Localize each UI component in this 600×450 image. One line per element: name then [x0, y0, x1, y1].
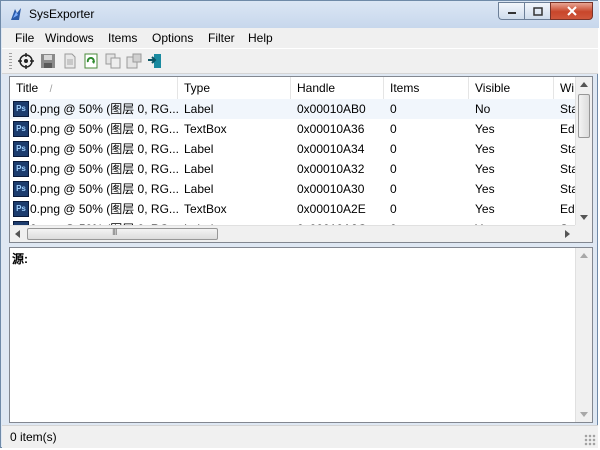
photoshop-icon: Ps	[13, 161, 29, 177]
thumb-grip: III	[112, 227, 117, 237]
save-icon[interactable]	[40, 53, 56, 69]
cell-type: Label	[184, 182, 214, 196]
column-handle[interactable]: Handle	[291, 77, 384, 99]
resize-grip-icon[interactable]	[584, 434, 596, 446]
photoshop-icon: Ps	[13, 121, 29, 137]
cell-visible: Yes	[475, 162, 495, 176]
title-bar[interactable]: SysExporter	[1, 1, 599, 28]
cell-title: 0.png @ 50% (图层 0, RG...	[30, 122, 179, 136]
target-icon[interactable]	[18, 53, 34, 69]
table-row[interactable]: Ps 0.png @ 50% (图层 0, RG... TextBox 0x00010…	[10, 199, 577, 219]
scroll-up-icon[interactable]	[580, 82, 588, 87]
column-title[interactable]: Title /	[10, 77, 178, 99]
caption-buttons	[498, 2, 593, 20]
cell-visible: Yes	[475, 142, 495, 156]
close-button[interactable]	[550, 2, 593, 20]
document-icon[interactable]	[62, 53, 78, 69]
cell-handle: 0x00010A2E	[297, 202, 366, 216]
cell-visible: Yes	[475, 182, 495, 196]
cell-items: 0	[390, 102, 397, 116]
cell-items: 0	[390, 122, 397, 136]
scroll-up-icon[interactable]	[580, 253, 588, 258]
properties-icon[interactable]	[126, 53, 142, 69]
table-row[interactable]: Ps 0.png @ 50% (图层 0, RG... Label 0x00010AB…	[10, 99, 578, 119]
cell-handle: 0x00010A32	[297, 162, 365, 176]
scroll-down-icon[interactable]	[580, 412, 588, 417]
cell-handle: 0x00010A36	[297, 122, 365, 136]
cell-visible: Yes	[475, 122, 495, 136]
table-row[interactable]: Ps 0.png @ 50% (图层 0, RG... TextBox 0x00010…	[10, 119, 577, 139]
cell-title: 0.png @ 50% (图层 0, RG...	[30, 162, 179, 176]
table-row[interactable]: Ps 0.png @ 50% (图层 0, RG... Label 0x00010A3…	[10, 179, 578, 199]
source-label: 源:	[12, 252, 28, 266]
maximize-button[interactable]	[524, 2, 550, 20]
table-row[interactable]: Ps 0.png @ 50% (图层 0, RG... Label 0x00010A3…	[10, 159, 578, 179]
column-visible[interactable]: Visible	[469, 77, 554, 99]
cell-visible: No	[475, 102, 491, 116]
close-icon	[566, 6, 577, 16]
cell-items: 0	[390, 142, 397, 156]
cell-handle: 0x00010AB0	[297, 102, 366, 116]
menu-options[interactable]: Options	[152, 31, 193, 45]
cell-type: Label	[184, 102, 214, 116]
cell-visible: Yes	[475, 202, 495, 216]
cell-type: TextBox	[184, 202, 227, 216]
copy-icon[interactable]	[105, 53, 121, 69]
column-type[interactable]: Type	[178, 77, 291, 99]
photoshop-icon: Ps	[13, 181, 29, 197]
list-horizontal-thumb[interactable]: III	[27, 227, 218, 240]
window-list[interactable]: Title / Type Handle Items Visible Wi Ps 0…	[9, 76, 593, 243]
refresh-icon[interactable]	[83, 53, 99, 69]
window-title: SysExporter	[29, 7, 95, 21]
detail-pane[interactable]: 源:	[9, 247, 593, 423]
menu-bar: File Windows Items Options Filter Help	[2, 28, 598, 48]
toolbar-grip[interactable]	[9, 53, 12, 70]
list-vertical-scrollbar[interactable]	[575, 77, 592, 225]
scroll-down-icon[interactable]	[580, 215, 588, 220]
menu-filter[interactable]: Filter	[208, 31, 235, 45]
toolbar	[2, 48, 598, 74]
cell-title: 0.png @ 50% (图层 0, RG...	[30, 202, 179, 216]
photoshop-icon: Ps	[13, 101, 29, 117]
list-vertical-thumb[interactable]	[578, 94, 590, 138]
app-window: SysExporter File Windows Items Options F…	[0, 0, 599, 448]
list-horizontal-scrollbar[interactable]: III	[10, 225, 575, 242]
menu-file[interactable]: File	[15, 31, 34, 45]
status-bar: 0 item(s)	[2, 425, 598, 448]
cell-title: 0.png @ 50% (图层 0, RG...	[30, 102, 179, 116]
status-item-count: 0 item(s)	[10, 430, 57, 444]
cell-type: TextBox	[184, 122, 227, 136]
photoshop-icon: Ps	[13, 201, 29, 217]
cell-title: 0.png @ 50% (图层 0, RG...	[30, 182, 179, 196]
cell-type: Label	[184, 162, 214, 176]
maximize-icon	[532, 6, 543, 16]
cell-items: 0	[390, 182, 397, 196]
column-items[interactable]: Items	[384, 77, 469, 99]
app-icon	[11, 8, 21, 20]
cell-title: 0.png @ 50% (图层 0, RG...	[30, 142, 179, 156]
scroll-left-icon[interactable]	[15, 230, 20, 238]
table-row[interactable]: Ps 0.png @ 50% (图层 0, RG... Label 0x00010A3…	[10, 139, 578, 159]
cell-type: Label	[184, 142, 214, 156]
cell-handle: 0x00010A34	[297, 142, 365, 156]
sort-indicator-icon: /	[49, 84, 53, 95]
cell-items: 0	[390, 162, 397, 176]
minimize-icon	[507, 12, 516, 14]
list-header: Title / Type Handle Items Visible Wi	[10, 77, 592, 100]
menu-help[interactable]: Help	[248, 31, 273, 45]
menu-items[interactable]: Items	[108, 31, 137, 45]
minimize-button[interactable]	[498, 2, 524, 20]
cell-items: 0	[390, 202, 397, 216]
detail-vertical-scrollbar[interactable]	[575, 248, 592, 422]
photoshop-icon: Ps	[13, 141, 29, 157]
scrollbar-corner	[575, 225, 592, 242]
exit-icon[interactable]	[147, 53, 163, 69]
scroll-right-icon[interactable]	[565, 230, 570, 238]
cell-handle: 0x00010A30	[297, 182, 365, 196]
menu-windows[interactable]: Windows	[45, 31, 94, 45]
